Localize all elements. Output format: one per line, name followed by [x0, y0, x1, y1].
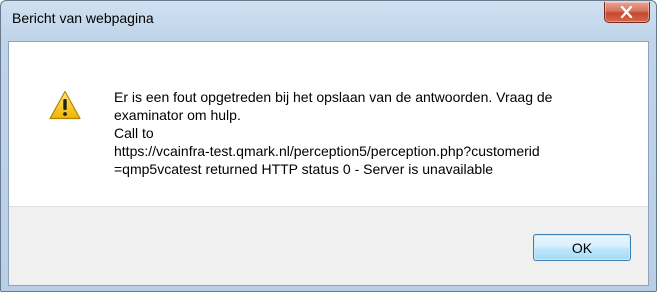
message-line: Call to — [114, 125, 154, 141]
warning-icon — [49, 90, 81, 120]
message-dialog-window: Bericht van webpagina Er is een fout opg… — [0, 0, 657, 292]
message-line: https://vcainfra-test.qmark.nl/perceptio… — [114, 143, 540, 159]
window-title: Bericht van webpagina — [12, 10, 154, 26]
message-line: Er is een fout opgetreden bij het opslaa… — [114, 89, 553, 105]
button-bar: OK — [9, 206, 648, 285]
close-icon — [620, 6, 633, 18]
error-message: Er is een fout opgetreden bij het opslaa… — [114, 88, 639, 178]
message-line: examinator om hulp. — [114, 107, 241, 123]
ok-button[interactable]: OK — [533, 234, 631, 261]
dialog-body: Er is een fout opgetreden bij het opslaa… — [8, 41, 649, 286]
message-line: =qmp5vcatest returned HTTP status 0 - Se… — [114, 161, 494, 177]
title-bar[interactable]: Bericht van webpagina — [1, 1, 656, 41]
close-button[interactable] — [604, 2, 650, 23]
message-area: Er is een fout opgetreden bij het opslaa… — [9, 42, 648, 206]
